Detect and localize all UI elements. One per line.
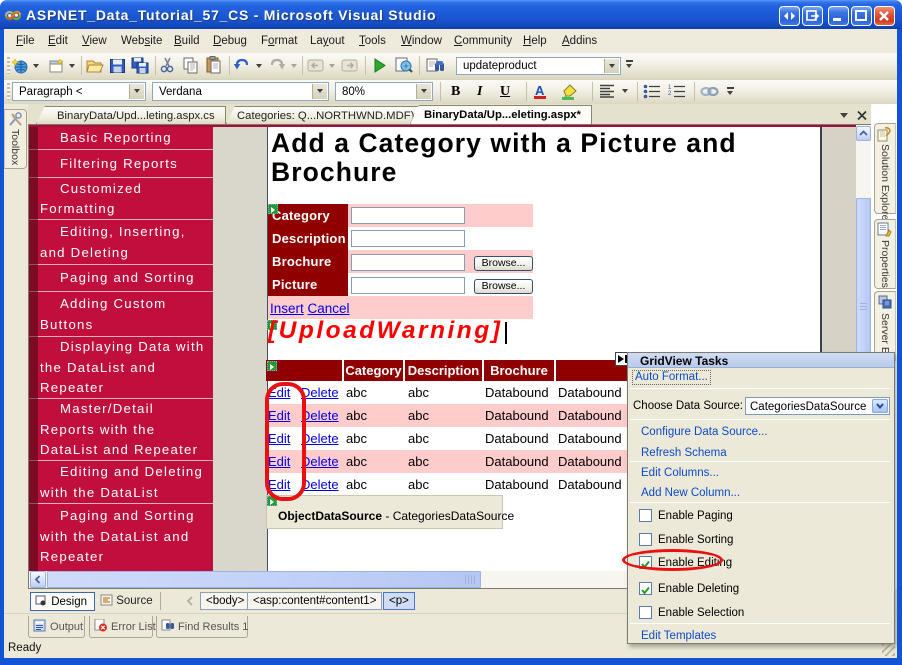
svg-text:2: 2 xyxy=(668,91,672,97)
